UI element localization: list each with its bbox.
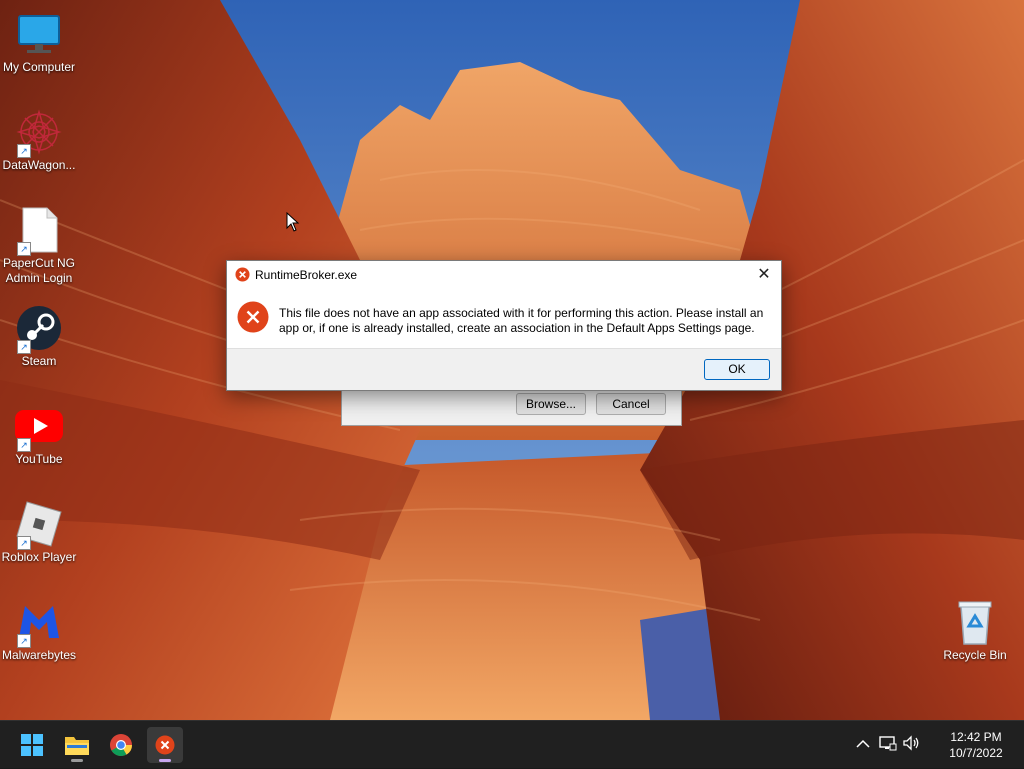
mouse-cursor-icon [286,211,300,237]
clock-time: 12:42 PM [950,730,1002,744]
taskbar: 12:42 PM 10/7/2022 [0,720,1024,768]
shortcut-arrow-icon: ↗ [17,144,31,158]
desktop-icon-label: My Computer [2,60,76,74]
monitor-icon [15,10,63,58]
cancel-button[interactable]: Cancel [596,393,666,415]
chrome-icon [110,734,132,761]
active-indicator [159,759,171,762]
network-icon[interactable] [879,735,897,753]
desktop-icon-youtube[interactable]: ↗ YouTube [0,396,78,467]
error-icon [237,301,269,338]
error-app-icon [155,735,175,760]
system-tray: 12:42 PM 10/7/2022 [854,721,1024,769]
desktop-icon-steam[interactable]: ↗ Steam [0,298,78,369]
desktop-icon-label: Roblox Player [1,550,77,564]
ok-button[interactable]: OK [704,359,770,380]
file-icon: ↗ [15,206,63,256]
desktop-icon-label: DataWagon... [2,158,76,172]
desktop-icon-label: Malwarebytes [1,648,77,662]
shortcut-arrow-icon: ↗ [17,634,31,648]
volume-icon[interactable] [903,735,921,753]
desktop-icon-label: Recycle Bin [943,648,1007,662]
taskbar-error-app[interactable] [147,727,183,763]
youtube-icon: ↗ [15,402,63,452]
recycle-bin-icon [951,598,999,646]
error-message: This file does not have an app associate… [279,306,764,335]
dialog-footer: OK [227,348,781,390]
desktop-icon-label: Steam [21,354,57,368]
shortcut-arrow-icon: ↗ [17,242,31,256]
dialog-title: RuntimeBroker.exe [255,268,358,282]
clock[interactable]: 12:42 PM 10/7/2022 [946,729,1006,761]
shortcut-arrow-icon: ↗ [17,536,31,550]
roblox-icon: ↗ [15,500,63,550]
malwarebytes-icon: ↗ [15,598,63,648]
error-dialog: RuntimeBroker.exe ✕ This file does not h… [226,260,782,391]
desktop-icon-malwarebytes[interactable]: ↗ Malwarebytes [0,592,78,663]
datawagon-icon: ↗ [15,108,63,158]
desktop-icon-papercut[interactable]: ↗ PaperCut NG Admin Login [0,200,78,286]
shortcut-arrow-icon: ↗ [17,438,31,452]
browse-button[interactable]: Browse... [516,393,586,415]
desktop-icon-roblox[interactable]: ↗ Roblox Player [0,494,78,565]
desktop-icon-label: PaperCut NG Admin Login [2,256,76,285]
file-explorer-icon [65,735,89,760]
desktop-icon-my-computer[interactable]: My Computer [0,4,78,75]
chevron-up-icon[interactable] [854,735,872,753]
clock-date: 10/7/2022 [949,746,1003,760]
start-icon [21,734,43,761]
shortcut-arrow-icon: ↗ [17,340,31,354]
taskbar-chrome[interactable] [103,727,139,763]
close-icon[interactable]: ✕ [751,263,777,287]
desktop-icon-recycle-bin[interactable]: Recycle Bin [936,592,1014,663]
dialog-titlebar[interactable]: RuntimeBroker.exe ✕ [227,261,781,289]
start-button[interactable] [14,727,50,763]
taskbar-file-explorer[interactable] [59,727,95,763]
desktop-icon-label: YouTube [15,452,63,466]
open-with-dialog: Browse... Cancel [341,386,682,426]
desktop-icon-datawagon[interactable]: ↗ DataWagon... [0,102,78,173]
running-indicator [71,759,83,762]
steam-icon: ↗ [15,304,63,354]
error-small-icon [235,267,250,287]
